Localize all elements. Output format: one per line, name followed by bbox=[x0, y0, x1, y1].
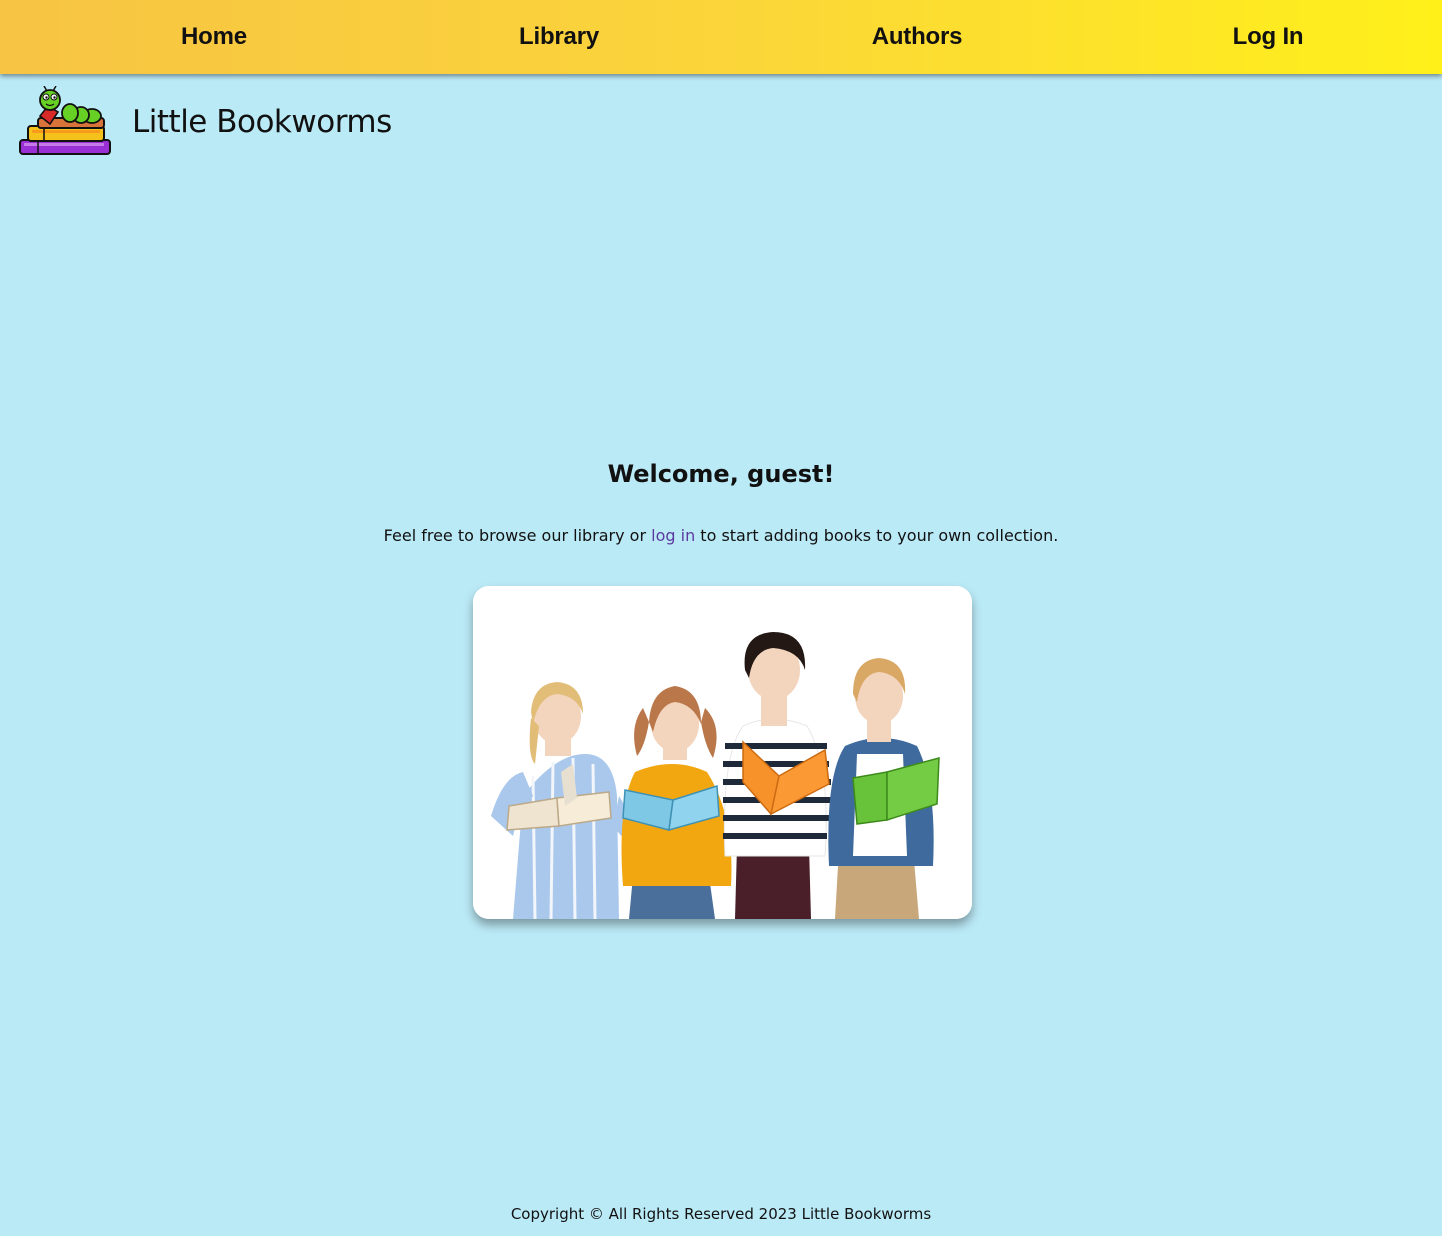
site-title: Little Bookworms bbox=[132, 104, 392, 140]
nav-link-authors[interactable]: Authors bbox=[872, 0, 963, 74]
top-navigation-bar: Home Library Authors Log In bbox=[0, 0, 1442, 74]
nav-link-library[interactable]: Library bbox=[519, 0, 599, 74]
children-reading-illustration bbox=[473, 586, 972, 919]
footer-copyright: Copyright © All Rights Reserved 2023 Lit… bbox=[510, 1205, 932, 1223]
intro-text-after: to start adding books to your own collec… bbox=[695, 526, 1059, 545]
login-link[interactable]: log in bbox=[651, 526, 695, 545]
intro-text-before: Feel free to browse our library or bbox=[383, 526, 652, 545]
site-brand[interactable]: Little Bookworms bbox=[18, 86, 392, 160]
bookworm-logo-icon bbox=[19, 86, 111, 155]
intro-paragraph: Feel free to browse our library or log i… bbox=[0, 526, 1442, 545]
hero-image bbox=[473, 586, 972, 919]
nav-link-home[interactable]: Home bbox=[181, 0, 247, 74]
welcome-heading: Welcome, guest! bbox=[607, 460, 835, 488]
nav-link-login[interactable]: Log In bbox=[1233, 0, 1304, 74]
